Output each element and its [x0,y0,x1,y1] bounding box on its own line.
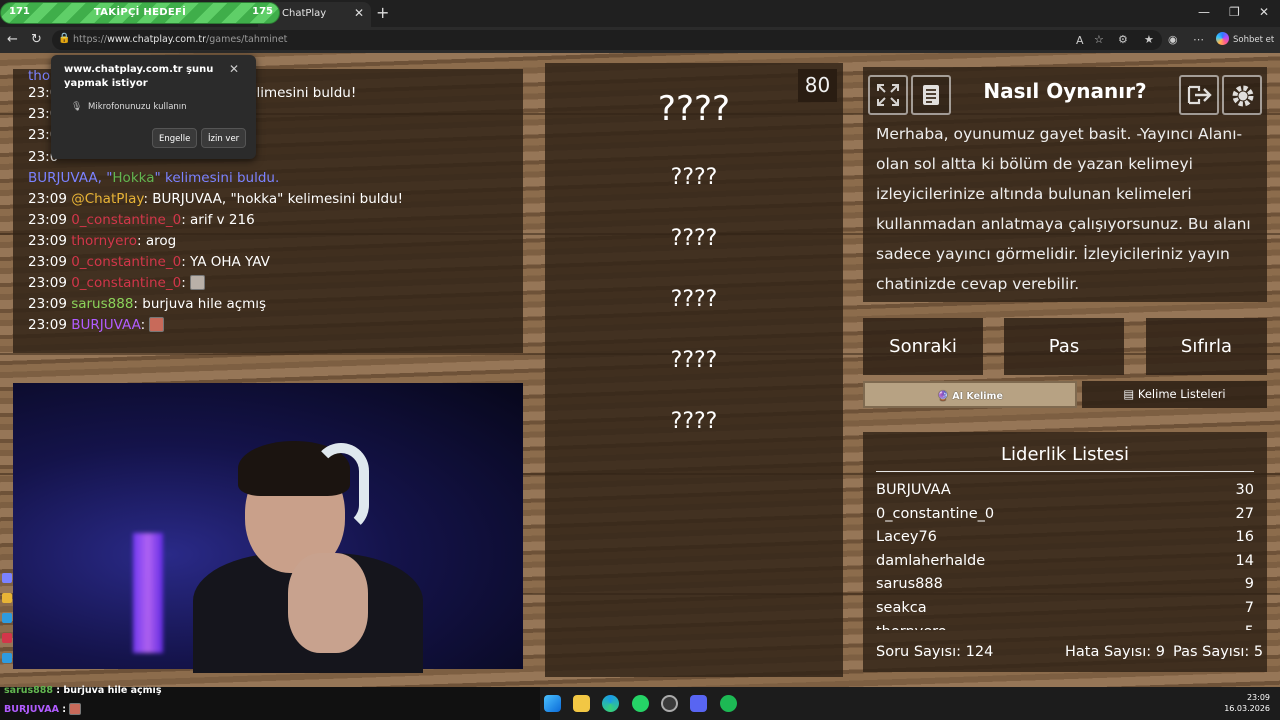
exit-icon [1187,85,1212,105]
extensions-icon[interactable]: ⚙ [1118,33,1128,46]
forbidden-word: ???? [670,409,718,434]
tab-word-lists[interactable]: ▤ Kelime Listeleri [1082,381,1267,408]
profile-icon[interactable]: ◉ [1168,33,1178,46]
how-to-play-panel: Nasıl Oynanır? Merhaba, oyunumuz gayet b… [863,67,1267,302]
chat-line: 23:09 BURJUVAA: [28,317,165,333]
microphone-icon: 🎙 [71,102,83,112]
leaderboard-row: Lacey76 16 [876,529,1254,546]
overlay-chat-line: BURJUVAA : [4,703,82,715]
exit-button[interactable] [1179,75,1219,115]
new-tab-icon[interactable]: + [376,3,389,22]
list-icon: ▤ [1123,387,1138,401]
next-button[interactable]: Sonraki [863,318,983,375]
tab-ai-word[interactable]: 🔮 AI Kelime [863,381,1077,408]
overlay-chat-line: sarus888 : burjuva hile açmış [4,685,162,696]
leaderboard-list[interactable]: BURJUVAA 30 0_constantine_0 27 Lacey76 16 d… [876,480,1254,630]
forbidden-word: ???? [670,165,718,190]
forbidden-word: ???? [670,226,718,251]
headphones-graphic [313,443,369,533]
leaderboard-row: 0_constantine_0 27 [876,505,1254,522]
permission-close-icon[interactable]: ✕ [229,62,239,76]
minimize-icon[interactable]: — [1198,5,1210,19]
edge-icon[interactable] [602,695,619,712]
error-count: Hata Sayısı: 9 [1065,644,1165,660]
url-text: https://www.chatplay.com.tr/games/tahmin… [73,34,288,45]
words-panel: 80 ???? ???? ???? ???? ???? ???? [545,63,843,677]
follower-goal-bar: 171 TAKİPÇİ HEDEFİ 175 [0,2,280,24]
leaderboard-title: Liderlik Listesi [876,444,1254,472]
chat-line: 23:09 0_constantine_0: arif v 216 [28,212,255,228]
window-close-icon[interactable]: ✕ [1259,5,1269,19]
favorite-star-icon[interactable]: ☆ [1094,33,1104,46]
chat-line: 23:09 @ChatPlay: BURJUVAA, "hokka" kelim… [28,191,404,207]
reset-button[interactable]: Sıfırla [1146,318,1267,375]
forbidden-word: ???? [670,348,718,373]
tab-title: ChatPlay [282,8,327,19]
question-count: Soru Sayısı: 124 [876,644,994,660]
leaderboard-row: seakca 7 [876,599,1254,616]
discord-icon[interactable] [690,695,707,712]
back-icon[interactable]: ← [7,32,18,47]
more-menu-icon[interactable]: ⋯ [1193,33,1204,46]
settings-button[interactable] [1222,75,1262,115]
site-info-icon[interactable]: 🔒 [58,33,70,44]
refresh-icon[interactable]: ↻ [31,32,42,47]
allow-button[interactable]: İzin ver [201,128,247,148]
face-emote-icon [69,703,82,715]
chat-line: 23:09 thornyero: arog [28,233,177,249]
chat-line: 23:09 sarus888: burjuva hile açmış [28,296,267,312]
file-explorer-icon[interactable] [573,695,590,712]
permission-title: www.chatplay.com.tr şunu yapmak istiyor [64,64,214,89]
address-toolbar: ← ↻ 🔒 https://www.chatplay.com.tr/games/… [0,27,1280,53]
overlay-chat-icons [0,565,14,685]
overlay-chat: sarus888 : burjuva hile açmış BURJUVAA : [0,685,540,720]
whatsapp-icon[interactable] [632,695,649,712]
block-button[interactable]: Engelle [152,128,198,148]
leaderboard-row: BURJUVAA 30 [876,482,1254,498]
cat-emote-icon [190,275,206,290]
maximize-icon[interactable]: ❐ [1229,5,1240,19]
goal-label: TAKİPÇİ HEDEFİ [93,7,187,18]
leaderboard-row: sarus888 9 [876,576,1254,593]
face-emote-icon [149,317,165,332]
main-word: ???? [657,89,731,129]
chat-line: 23:09 0_constantine_0: [28,275,206,291]
copilot-chat-button[interactable]: Sohbet et [1216,32,1274,45]
system-clock: 23:09 16.03.2026 [1224,693,1270,713]
tab-close-icon[interactable]: ✕ [354,6,364,20]
copilot-icon [1216,32,1229,45]
webcam-feed [13,383,523,673]
goal-end-value: 175 [252,6,273,17]
address-input[interactable]: 🔒 https://www.chatplay.com.tr/games/tahm… [52,30,1162,50]
how-to-play-text: Merhaba, oyunumuz gayet basit. -Yayıncı … [876,125,1251,293]
forbidden-word: ???? [670,287,718,312]
permission-request: Mikrofonunuzu kullanın [88,102,187,112]
start-icon[interactable] [544,695,561,712]
leaderboard-panel: Liderlik Listesi BURJUVAA 30 0_constantin… [863,432,1267,672]
chat-line-found: BURJUVAA, "Hokka" kelimesini buldu. [28,170,280,186]
pass-count: Pas Sayısı: 5 [1173,644,1264,660]
chat-line: 23:09 0_constantine_0: YA OHA YAV [28,254,270,270]
leaderboard-row: damlaherhalde 14 [876,552,1254,569]
gear-icon [1232,85,1254,107]
read-aloud-icon[interactable]: A [1076,34,1084,47]
tab-strip: ChatPlay ✕ 171 TAKİPÇİ HEDEFİ 175 + — ❐ … [0,0,1280,27]
favorites-icon[interactable]: ★ [1144,33,1154,46]
taskbar: 23:09 16.03.2026 [540,687,1280,720]
pass-button[interactable]: Pas [1004,318,1124,375]
mic-permission-dialog: www.chatplay.com.tr şunu yapmak istiyor … [51,55,256,159]
leaderboard-row: thornyero5 [876,622,1254,630]
obs-icon[interactable] [661,695,678,712]
spotify-icon[interactable] [720,695,737,712]
